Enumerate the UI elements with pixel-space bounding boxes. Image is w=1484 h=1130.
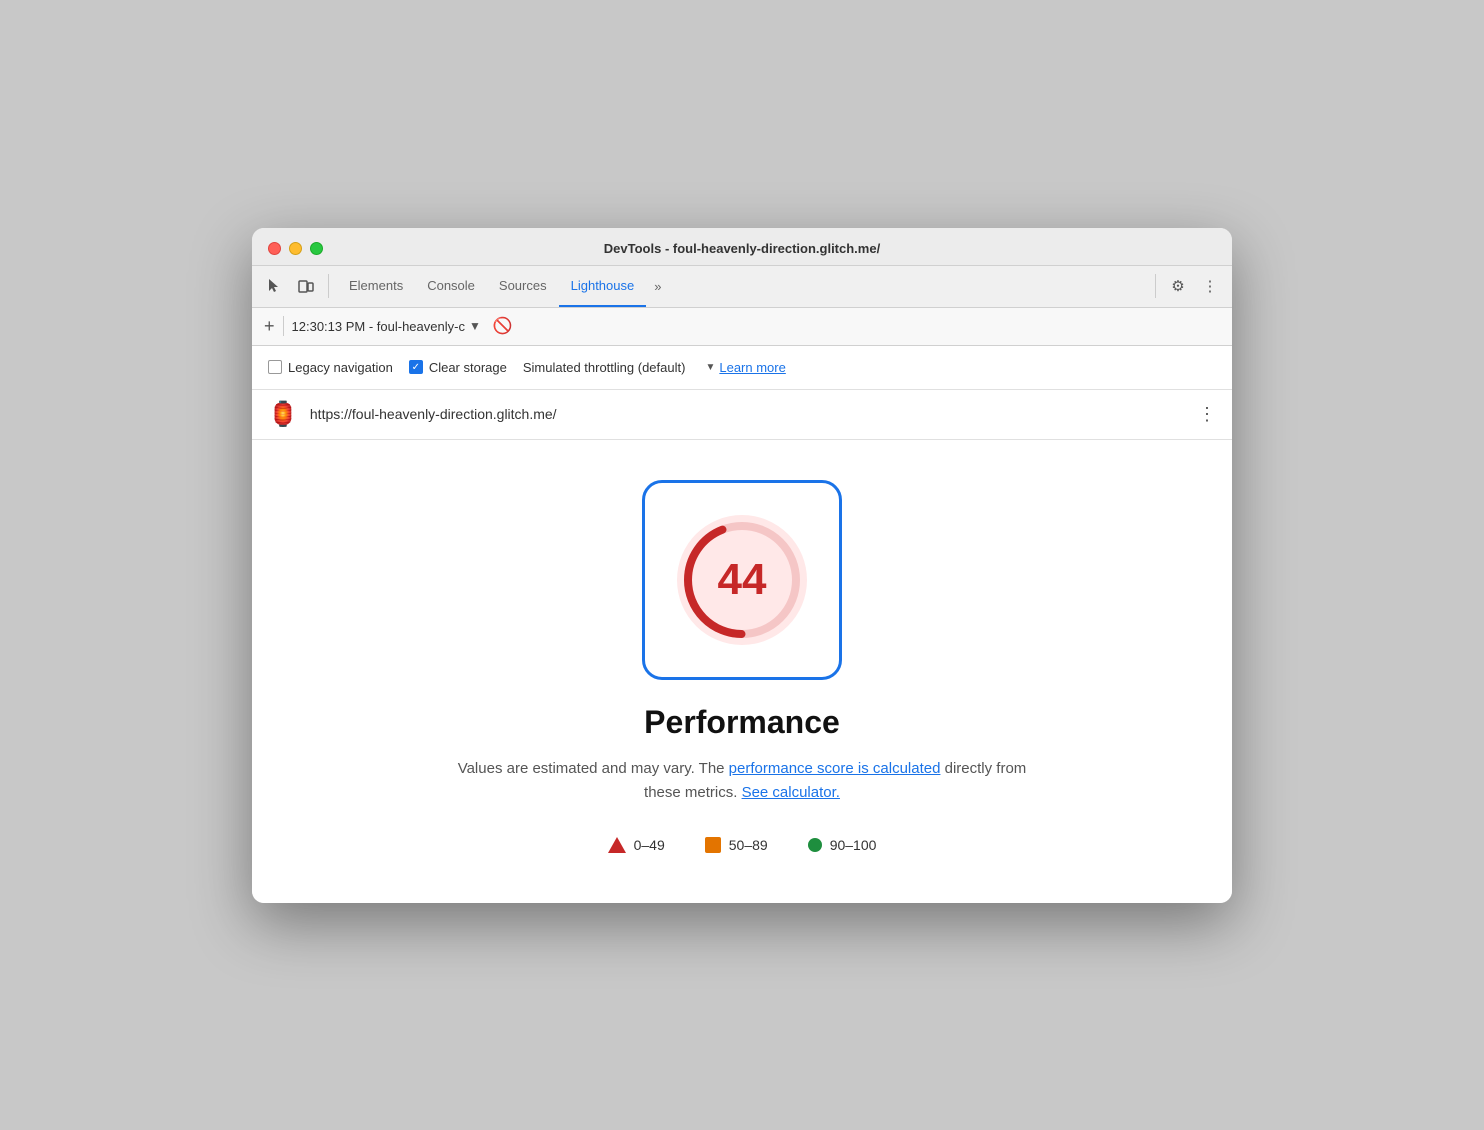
clear-storage-option: ✓ Clear storage (409, 360, 507, 375)
legacy-navigation-checkbox[interactable] (268, 360, 282, 374)
toolbar-divider-right (1155, 274, 1156, 298)
window-title: DevTools - foul-heavenly-direction.glitc… (604, 241, 880, 256)
nav-divider (283, 316, 284, 336)
tab-sources[interactable]: Sources (487, 266, 559, 307)
throttling-label: Simulated throttling (default) (523, 360, 686, 375)
devtools-window: DevTools - foul-heavenly-direction.glitc… (252, 228, 1232, 903)
nav-dropdown-arrow[interactable]: ▼ (469, 319, 481, 333)
clear-storage-label: Clear storage (429, 360, 507, 375)
nav-bar: + 12:30:13 PM - foul-heavenly-c ▼ 🚫 (252, 308, 1232, 346)
more-options-icon[interactable]: ⋮ (1196, 272, 1224, 300)
legacy-navigation-label: Legacy navigation (288, 360, 393, 375)
nav-url-display: 12:30:13 PM - foul-heavenly-c ▼ (292, 319, 481, 334)
legend-item-orange: 50–89 (705, 837, 768, 853)
settings-icon[interactable]: ⚙ (1164, 272, 1192, 300)
tab-elements[interactable]: Elements (337, 266, 415, 307)
toolbar-divider (328, 274, 329, 298)
orange-square-icon (705, 837, 721, 853)
score-number: 44 (718, 555, 767, 605)
learn-more-link[interactable]: Learn more (719, 360, 785, 375)
learn-more-section: ▼ Learn more (705, 360, 785, 375)
legacy-navigation-option: Legacy navigation (268, 360, 393, 375)
legend-item-green: 90–100 (808, 837, 877, 853)
calculator-link[interactable]: See calculator. (742, 784, 840, 801)
score-legend: 0–49 50–89 90–100 (608, 837, 877, 853)
throttling-option: Simulated throttling (default) (523, 360, 686, 375)
toolbar-right-icons: ⚙ ⋮ (1164, 272, 1224, 300)
url-more-button[interactable]: ⋮ (1198, 404, 1216, 425)
gauge-circle: 44 (677, 515, 807, 645)
device-toggle-icon[interactable] (292, 272, 320, 300)
performance-description: Values are estimated and may vary. The p… (442, 757, 1042, 805)
perf-score-link[interactable]: performance score is calculated (729, 760, 941, 777)
legend-item-red: 0–49 (608, 837, 665, 853)
tab-console[interactable]: Console (415, 266, 487, 307)
legend-range-green: 90–100 (830, 837, 877, 853)
nav-url-text: 12:30:13 PM - foul-heavenly-c (292, 319, 465, 334)
red-triangle-icon (608, 837, 626, 853)
nav-stop-button[interactable]: 🚫 (493, 316, 513, 336)
add-tab-button[interactable]: + (264, 317, 275, 335)
main-content: 44 Performance Values are estimated and … (252, 440, 1232, 903)
clear-storage-checkbox[interactable]: ✓ (409, 360, 423, 374)
close-button[interactable] (268, 242, 281, 255)
options-bar: Legacy navigation ✓ Clear storage Simula… (252, 346, 1232, 390)
url-row: 🏮 https://foul-heavenly-direction.glitch… (252, 390, 1232, 440)
description-prefix: Values are estimated and may vary. The (458, 760, 729, 777)
tab-list: Elements Console Sources Lighthouse » (337, 266, 1147, 307)
green-circle-icon (808, 838, 822, 852)
score-gauge: 44 (642, 480, 842, 680)
traffic-lights (268, 242, 323, 255)
performance-title: Performance (644, 704, 840, 741)
tab-overflow-button[interactable]: » (646, 266, 669, 307)
lighthouse-icon: 🏮 (268, 400, 298, 429)
maximize-button[interactable] (310, 242, 323, 255)
title-bar: DevTools - foul-heavenly-direction.glitc… (252, 228, 1232, 266)
minimize-button[interactable] (289, 242, 302, 255)
tab-lighthouse[interactable]: Lighthouse (559, 266, 647, 307)
throttling-dropdown-arrow[interactable]: ▼ (705, 362, 715, 373)
devtools-toolbar: Elements Console Sources Lighthouse » ⚙ … (252, 266, 1232, 308)
url-display: https://foul-heavenly-direction.glitch.m… (310, 406, 1186, 422)
cursor-icon[interactable] (260, 272, 288, 300)
legend-range-orange: 50–89 (729, 837, 768, 853)
legend-range-red: 0–49 (634, 837, 665, 853)
